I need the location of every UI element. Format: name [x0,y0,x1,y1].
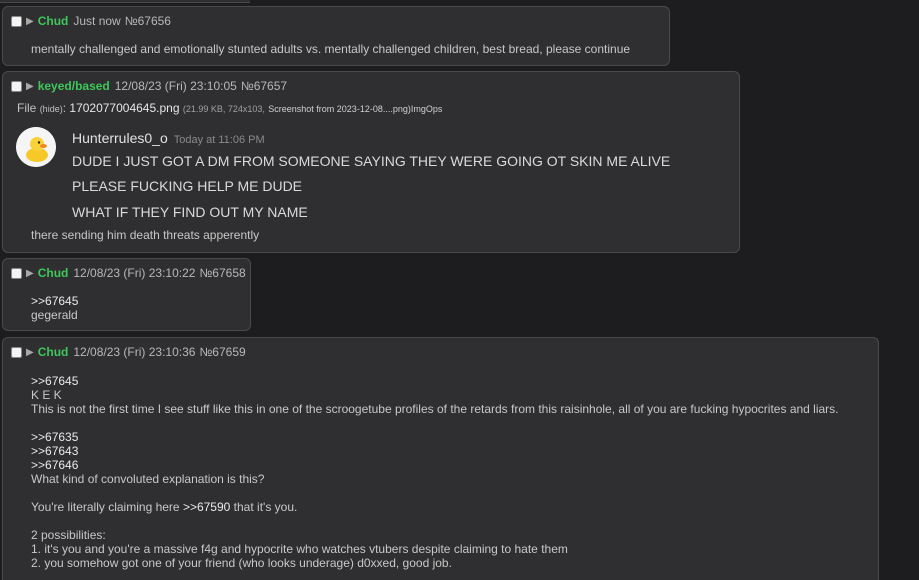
expand-arrow-icon[interactable]: ▶ [26,81,34,92]
reply-link[interactable]: >>67643 [31,444,839,458]
reply-link[interactable]: >>67645 [31,294,78,308]
embed-message: DUDE I JUST GOT A DM FROM SOMEONE SAYING… [72,153,671,169]
select-checkbox[interactable] [11,346,22,358]
post-number[interactable]: №67657 [241,79,287,93]
post-number[interactable]: №67659 [199,345,245,359]
previous-post-edge [0,0,250,3]
file-info: File (hide): 1702077004645.png (21.99 KB… [17,101,442,115]
post-67658: ▶ Chud 12/08/23 (Fri) 23:10:22 №67658 >>… [2,258,251,331]
post-header: ▶ Chud 12/08/23 (Fri) 23:10:36 №67659 [11,345,246,359]
poster-name: Chud [37,14,69,28]
post-body: mentally challenged and emotionally stun… [31,42,630,56]
post-67659: ▶ Chud 12/08/23 (Fri) 23:10:36 №67659 >>… [2,337,879,580]
post-text: What kind of convoluted explanation is t… [31,472,265,486]
duck-avatar-icon [16,127,56,167]
post-number[interactable]: №67658 [199,266,245,280]
reply-link[interactable]: >>67635 [31,430,839,444]
post-date: 12/08/23 (Fri) 23:10:05 [114,79,237,93]
expand-arrow-icon[interactable]: ▶ [26,16,34,27]
reply-link[interactable]: >>67590 [183,500,230,514]
post-text: 2. you somehow got one of your friend (w… [31,556,452,570]
poster-name: Chud [37,266,69,280]
expand-arrow-icon[interactable]: ▶ [26,268,34,279]
reply-link[interactable]: >>67645 [31,374,839,388]
post-text: 2 possibilities: [31,528,106,542]
post-body: there sending him death threats apperent… [31,228,259,242]
hide-link[interactable]: (hide) [40,104,63,114]
post-67657: ▶ keyed/based 12/08/23 (Fri) 23:10:05 №6… [2,71,740,253]
file-prefix: File [17,101,37,115]
post-text: K E K [31,388,62,402]
post-header: ▶ keyed/based 12/08/23 (Fri) 23:10:05 №6… [11,79,287,93]
post-text: mentally challenged and emotionally stun… [31,42,631,56]
post-header: ▶ Chud 12/08/23 (Fri) 23:10:22 №67658 [11,266,246,280]
reply-link[interactable]: >>67646 [31,458,839,472]
post-header: ▶ Chud Just now №67656 [11,14,171,28]
file-meta: (21.99 KB, 724x103, [182,104,265,114]
file-original-name: Screenshot from 2023-12-08....png) [268,104,411,114]
poster-name: keyed/based [37,79,110,93]
poster-name: Chud [37,345,69,359]
post-date: Just now [73,14,121,28]
post-text: This is not the first time I see stuff l… [31,402,839,416]
post-text: 1. it's you and you're a massive f4g and… [31,542,568,556]
embed-timestamp: Today at 11:06 PM [173,134,265,146]
post-body: >>67645 gegerald [31,294,78,322]
file-colon: : [62,101,67,115]
file-name-link[interactable]: 1702077004645.png [69,101,179,115]
post-text: there sending him death threats apperent… [31,228,260,242]
post-67656: ▶ Chud Just now №67656 mentally challeng… [2,6,670,66]
select-checkbox[interactable] [11,80,22,92]
post-body: >>67645 K E K This is not the first time… [31,374,839,570]
post-date: 12/08/23 (Fri) 23:10:36 [73,345,196,359]
imgops-link[interactable]: ImgOps [411,104,443,114]
post-text: gegerald [31,308,78,322]
post-date: 12/08/23 (Fri) 23:10:22 [73,266,196,280]
select-checkbox[interactable] [11,267,22,279]
embed-message: WHAT IF THEY FIND OUT MY NAME [72,204,308,220]
embed-message: PLEASE FUCKING HELP ME DUDE [72,178,303,194]
post-text: You're literally claiming here >>67590 t… [31,500,298,514]
attached-image[interactable]: Hunterrules0_o Today at 11:06 PM DUDE I J… [15,127,675,230]
expand-arrow-icon[interactable]: ▶ [26,347,34,358]
post-number[interactable]: №67656 [125,14,171,28]
select-checkbox[interactable] [11,15,22,27]
embed-username: Hunterrules0_o Today at 11:06 PM [72,130,265,146]
